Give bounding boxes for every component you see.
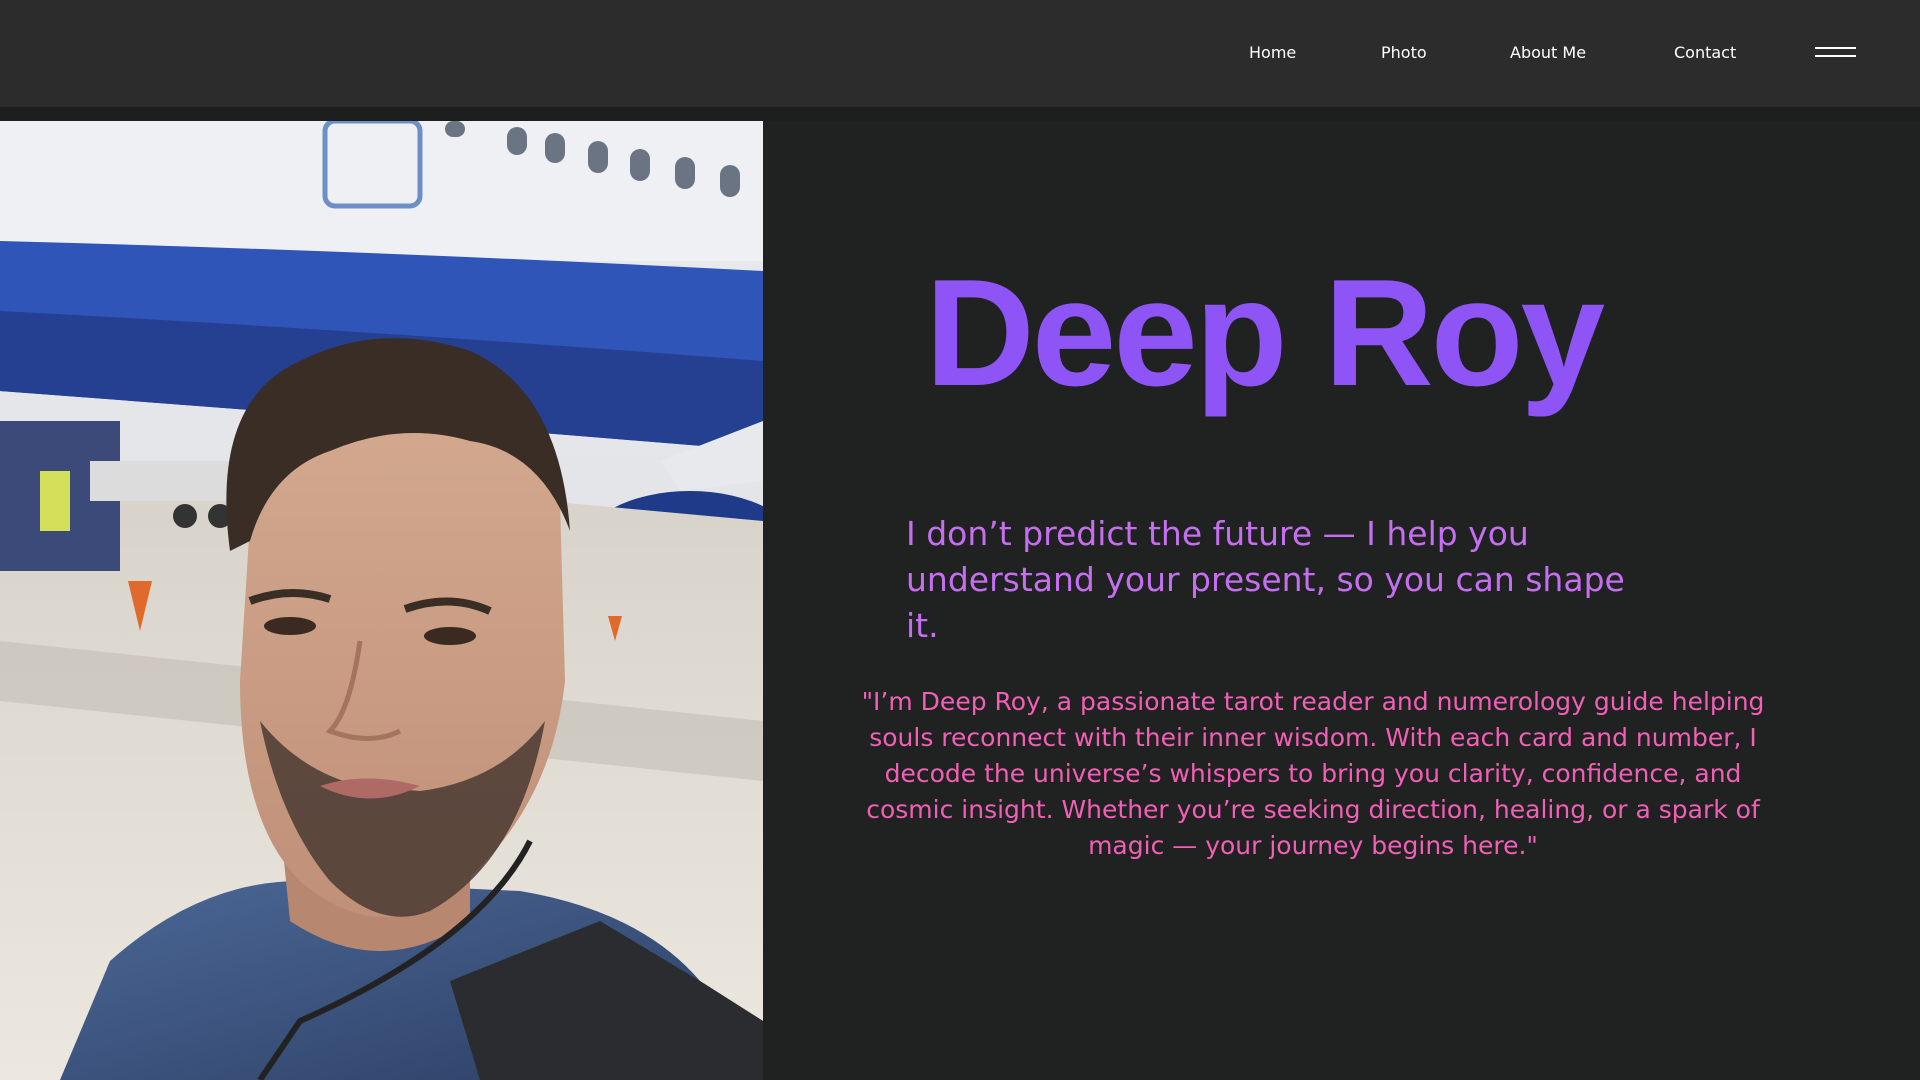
nav-link-about-me[interactable]: About Me xyxy=(1510,42,1586,64)
hero-bio: "I’m Deep Roy, a passionate tarot reader… xyxy=(861,687,1765,860)
hamburger-menu-icon[interactable] xyxy=(1813,45,1857,61)
main-nav: Home Photo About Me Contact xyxy=(0,0,1920,107)
menu-line-top xyxy=(1815,47,1856,49)
profile-photo-illustration xyxy=(0,121,763,1080)
nav-link-home[interactable]: Home xyxy=(1249,42,1296,64)
hero-tagline: I don’t predict the future — I help you … xyxy=(906,514,1625,645)
nav-link-contact[interactable]: Contact xyxy=(1674,42,1736,64)
profile-photo xyxy=(0,121,763,1080)
nav-link-photo[interactable]: Photo xyxy=(1381,42,1427,64)
hero-title: Deep Roy xyxy=(925,248,1605,418)
menu-line-bottom xyxy=(1815,55,1856,57)
header-divider xyxy=(0,107,1920,121)
